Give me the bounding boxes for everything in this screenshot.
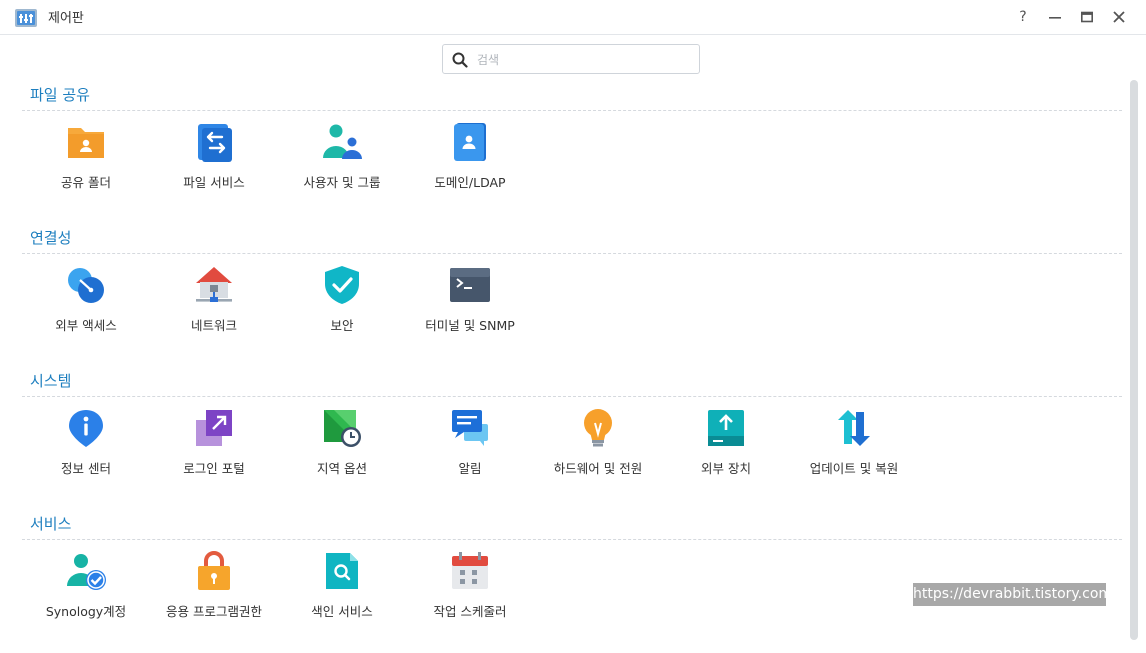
item-application-privileges[interactable]: 응용 프로그램권한 [150,551,278,633]
search-icon [452,52,468,68]
item-external-devices[interactable]: 외부 장치 [662,408,790,490]
item-file-services[interactable]: 파일 서비스 [150,122,278,204]
item-label: 응용 프로그램권한 [166,604,262,619]
control-panel-app-icon [15,6,39,28]
item-notification[interactable]: 알림 [406,408,534,490]
synology-account-icon [67,554,106,590]
section-divider [22,110,1122,111]
file-services-icon [198,124,232,162]
window-title: 제어판 [48,11,84,26]
section-divider [22,253,1122,254]
section-title: 서비스 [30,515,72,533]
item-synology-account[interactable]: Synology계정 [22,551,150,633]
item-label: Synology계정 [45,604,127,619]
item-hardware-power[interactable]: 하드웨어 및 전원 [534,408,662,490]
item-label: 외부 장치 [701,461,751,476]
vertical-scrollbar[interactable] [1130,80,1138,640]
item-label: 도메인/LDAP [434,175,506,190]
item-domain-ldap[interactable]: 도메인/LDAP [406,122,534,204]
watermark-text: https://devrabbit.tistory.com [913,583,1112,606]
item-label: 공유 폴더 [61,175,111,190]
item-network[interactable]: 네트워크 [150,265,278,347]
title-bar: 제어판 ? [0,0,1146,35]
item-label: 색인 서비스 [311,604,373,619]
minimize-icon [1049,17,1061,19]
update-restore-icon [838,410,870,446]
application-privileges-icon [198,551,230,590]
item-label: 로그인 포털 [183,461,245,476]
info-center-icon [69,410,103,447]
item-label: 정보 센터 [61,461,111,476]
terminal-icon [450,268,490,302]
item-login-portal[interactable]: 로그인 포털 [150,408,278,490]
item-label: 외부 액세스 [55,318,117,333]
close-icon [1113,11,1125,23]
security-shield-icon [325,266,359,304]
section-title: 파일 공유 [30,86,90,104]
item-task-scheduler[interactable]: 작업 스케줄러 [406,551,534,633]
minimize-button[interactable] [1044,6,1066,28]
search-input[interactable] [475,48,694,72]
notification-icon [452,410,488,446]
item-indexing-service[interactable]: 색인 서비스 [278,551,406,633]
item-info-center[interactable]: 정보 센터 [22,408,150,490]
item-label: 터미널 및 SNMP [425,318,515,333]
close-button[interactable] [1108,6,1130,28]
item-label: 보안 [330,318,354,333]
item-security[interactable]: 보안 [278,265,406,347]
regional-options-icon [324,410,361,447]
item-label: 지역 옵션 [317,461,367,476]
maximize-icon [1081,11,1093,23]
section-title: 연결성 [30,229,72,247]
domain-ldap-icon [454,123,486,161]
section-divider [22,396,1122,397]
indexing-service-icon [326,553,358,589]
item-external-access[interactable]: 외부 액세스 [22,265,150,347]
item-label: 업데이트 및 복원 [809,461,899,476]
login-portal-icon [196,410,232,446]
external-access-icon [68,268,104,303]
section-divider [22,539,1122,540]
help-button[interactable]: ? [1012,6,1034,28]
item-update-restore[interactable]: 업데이트 및 복원 [790,408,918,490]
item-label: 파일 서비스 [183,175,245,190]
section-file-sharing: 파일 공유 공유 폴더 파일 서비스 사용자 및 그룹 도메인/LDAP [22,84,1122,224]
item-terminal-snmp[interactable]: 터미널 및 SNMP [406,265,534,347]
item-regional-options[interactable]: 지역 옵션 [278,408,406,490]
item-label: 하드웨어 및 전원 [553,461,643,476]
shared-folder-icon [68,128,104,158]
item-label: 네트워크 [190,318,237,333]
item-label: 사용자 및 그룹 [303,175,381,190]
task-scheduler-icon [452,552,488,589]
item-label: 알림 [458,461,482,476]
section-connectivity: 연결성 외부 액세스 네트워크 보안 터미널 및 SNMP [22,227,1122,367]
user-group-icon [323,124,362,159]
external-devices-icon [708,410,744,446]
maximize-button[interactable] [1076,6,1098,28]
item-user-group[interactable]: 사용자 및 그룹 [278,122,406,204]
section-title: 시스템 [30,372,72,390]
section-system: 시스템 정보 센터 로그인 포털 지역 옵션 알림 하드웨어 및 전원 외부 장… [22,370,1122,510]
item-label: 작업 스케줄러 [433,604,507,619]
hardware-power-icon [584,409,612,447]
search-box[interactable] [442,44,700,74]
network-icon [196,267,232,302]
item-shared-folder[interactable]: 공유 폴더 [22,122,150,204]
